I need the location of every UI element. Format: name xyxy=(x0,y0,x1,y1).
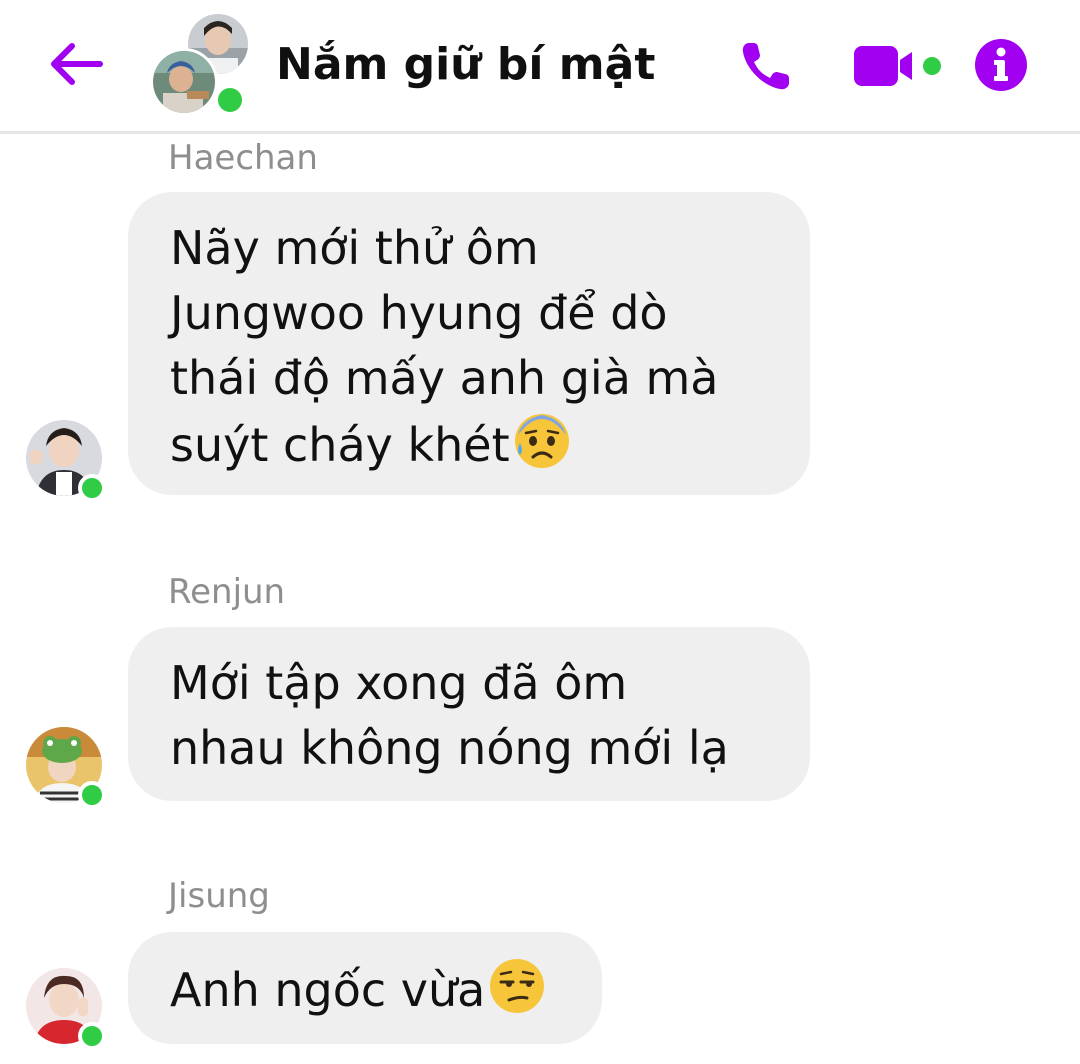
message-bubble[interactable]: Anh ngốc vừa xyxy=(128,932,602,1044)
message-text: Mới tập xong đã ôm nhau không nóng mới l… xyxy=(170,656,729,775)
chat-header: Nắm giữ bí mật xyxy=(0,0,1080,134)
online-status-dot xyxy=(78,474,106,502)
video-call-button[interactable] xyxy=(850,40,950,92)
message-text: Nãy mới thử ôm Jungwoo hyung để dò thái … xyxy=(170,221,719,472)
info-icon xyxy=(975,39,1027,91)
voice-call-button[interactable] xyxy=(734,34,798,98)
message-bubble[interactable]: Nãy mới thử ôm Jungwoo hyung để dò thái … xyxy=(128,192,810,495)
arrow-left-icon xyxy=(51,43,103,85)
unamused-face-emoji xyxy=(490,959,545,1013)
chat-screen: Nắm giữ bí mật Haechan Nãy mới thử ôm Ju… xyxy=(0,0,1080,1064)
member-photo xyxy=(150,48,218,116)
message-bubble[interactable]: Mới tập xong đã ôm nhau không nóng mới l… xyxy=(128,627,810,801)
sender-name: Renjun xyxy=(168,572,286,612)
info-button[interactable] xyxy=(972,36,1030,94)
online-status-dot xyxy=(78,1022,106,1050)
group-avatar[interactable] xyxy=(150,12,250,116)
chat-title[interactable]: Nắm giữ bí mật xyxy=(276,30,655,100)
online-status-dot xyxy=(78,781,106,809)
online-status-dot xyxy=(214,84,246,116)
back-button[interactable] xyxy=(44,34,108,94)
video-camera-icon xyxy=(854,46,941,86)
phone-icon xyxy=(742,43,789,90)
message-text: Anh ngốc vừa xyxy=(170,963,486,1017)
sender-name: Haechan xyxy=(168,138,318,178)
anxious-sweat-face-emoji xyxy=(514,414,569,468)
sender-name: Jisung xyxy=(168,876,270,916)
